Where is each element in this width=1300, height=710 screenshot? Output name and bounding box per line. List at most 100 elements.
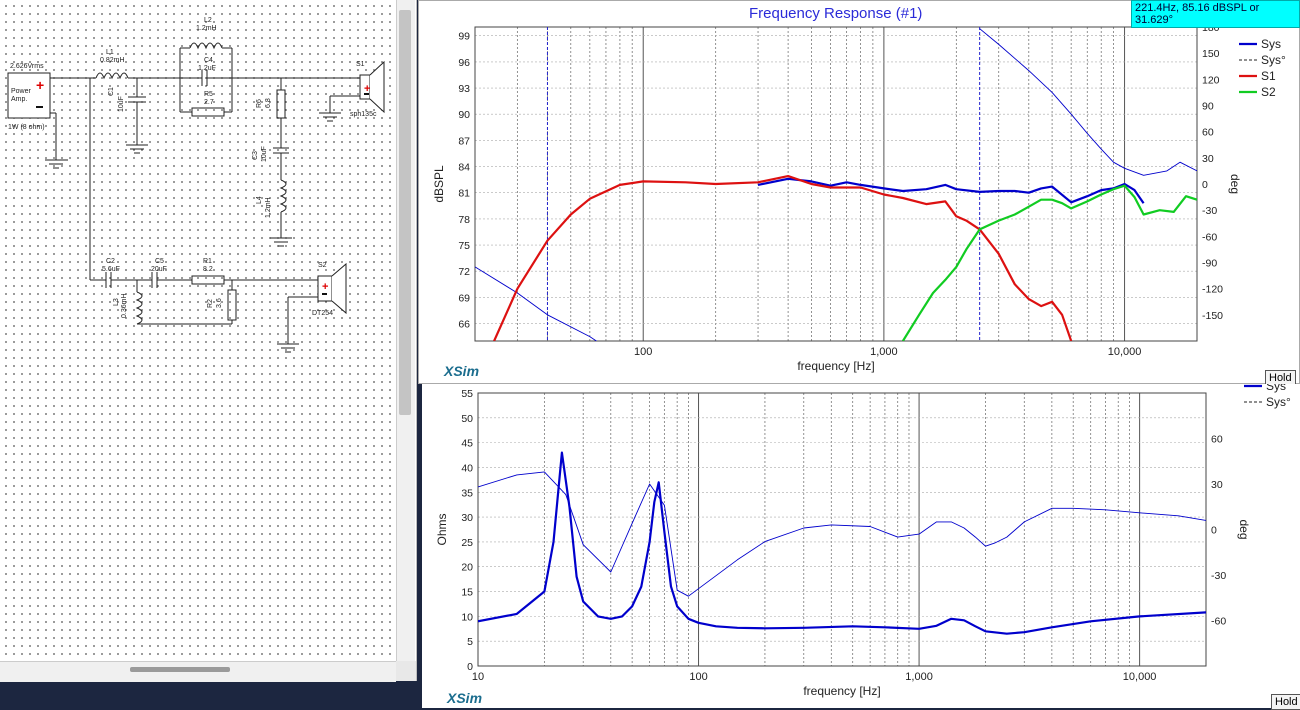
c3-value: 10uF bbox=[261, 146, 268, 162]
y2-tick-label: -60 bbox=[1211, 616, 1226, 628]
y-tick-label: 69 bbox=[458, 292, 470, 304]
c5-value: 20uF bbox=[151, 266, 167, 273]
y2-tick-label: 30 bbox=[1202, 153, 1214, 165]
legend-label: Sys° bbox=[1266, 395, 1291, 409]
series-line-sys bbox=[757, 177, 1145, 204]
y-tick-label: 99 bbox=[458, 31, 470, 43]
r6-id: R6 bbox=[256, 99, 263, 108]
y2-tick-label: 90 bbox=[1202, 101, 1214, 113]
y-tick-label: 93 bbox=[458, 83, 470, 95]
y2-tick-label: 30 bbox=[1211, 479, 1223, 491]
y2-tick-label: 150 bbox=[1202, 48, 1220, 60]
y2-tick-label: -60 bbox=[1202, 231, 1217, 243]
impedance-window[interactable]: 0 5 10 15 20 25 30 35 40 45 50 55 60 30 0 -30 -60 10 100 1,… bbox=[422, 384, 1300, 710]
series-line-sys bbox=[478, 451, 1206, 635]
y-tick-label: 87 bbox=[458, 135, 470, 147]
impedance-chart[interactable]: 051015202530354045505560300-30-6010 100 1,… bbox=[422, 384, 1300, 708]
fr-xsim-brand: XSim bbox=[444, 363, 480, 379]
y2-tick-label: 0 bbox=[1202, 179, 1208, 191]
series-line-sys-phase-wrapped- bbox=[979, 28, 1197, 176]
legend-label: Sys bbox=[1261, 37, 1281, 51]
c1-value: 10uF bbox=[118, 96, 125, 112]
c3-id: C3 bbox=[252, 151, 259, 160]
y-axis-label: dBSPL bbox=[432, 165, 446, 203]
c2-id: C2 bbox=[106, 258, 115, 265]
x-tick-label: 1,000 bbox=[870, 346, 898, 358]
imp-xsim-brand: XSim bbox=[447, 690, 483, 706]
x-axis-label: frequency [Hz] bbox=[803, 684, 880, 698]
y-tick-label: 50 bbox=[461, 413, 473, 425]
r1-id: R1 bbox=[203, 258, 212, 265]
y2-tick-label: 120 bbox=[1202, 74, 1220, 86]
l2-id: L2 bbox=[204, 17, 212, 24]
x-tick-label: 10,000 bbox=[1123, 671, 1157, 683]
frequency-response-chart[interactable]: 6669727578818487909396991801501209060300… bbox=[419, 1, 1299, 383]
y-tick-label: 90 bbox=[458, 109, 470, 121]
schematic-vertical-scroll-thumb[interactable] bbox=[399, 10, 411, 415]
c4-value: 1.2uF bbox=[198, 65, 216, 72]
y2-tick-label: -30 bbox=[1211, 570, 1226, 582]
x-tick-label: 10,000 bbox=[1108, 346, 1142, 358]
source-voltage-label: 2.626Vrms bbox=[10, 63, 44, 70]
svg-text:+: + bbox=[322, 281, 328, 293]
s2-model: DT254 bbox=[312, 310, 334, 317]
x-axis-label: frequency [Hz] bbox=[797, 359, 874, 373]
y-tick-label: 40 bbox=[461, 462, 473, 474]
schematic-editor[interactable]: + + + 2.626Vrms Power Amp. 1W (8 ohm) L1… bbox=[0, 0, 417, 681]
svg-text:+: + bbox=[36, 77, 44, 93]
series-line-sys-phase bbox=[478, 471, 1206, 597]
y2-axis-label: deg bbox=[1228, 174, 1242, 194]
series-line-s2 bbox=[901, 184, 1197, 341]
series-line-sys-phase bbox=[475, 266, 598, 341]
y2-tick-label: -30 bbox=[1202, 205, 1217, 217]
plot-frame bbox=[477, 392, 1207, 667]
y2-tick-label: 60 bbox=[1211, 434, 1223, 446]
r1-value: 8.2 bbox=[203, 266, 213, 273]
l4-id: L4 bbox=[256, 196, 263, 204]
c4-id: C4 bbox=[204, 57, 213, 64]
y-axis-label: Ohms bbox=[435, 513, 449, 545]
y-tick-label: 30 bbox=[461, 512, 473, 524]
y-tick-label: 81 bbox=[458, 188, 470, 200]
y-tick-label: 75 bbox=[458, 240, 470, 252]
x-tick-label: 100 bbox=[689, 671, 707, 683]
cursor-readout: 221.4Hz, 85.16 dBSPL or 31.629° bbox=[1131, 0, 1300, 28]
l4-value: 1.2mH bbox=[265, 197, 272, 218]
l1-value: 0.82mH bbox=[100, 57, 125, 64]
r5-id: R5 bbox=[204, 91, 213, 98]
frequency-response-window[interactable]: Frequency Response (#1) 66 69 72 75 78 81 84 87… bbox=[418, 0, 1300, 386]
y-tick-label: 66 bbox=[458, 319, 470, 331]
legend-label: S2 bbox=[1261, 85, 1276, 99]
amp-name-label: Power Amp. bbox=[11, 88, 31, 103]
y-tick-label: 15 bbox=[461, 587, 473, 599]
s2-label: S2 bbox=[318, 262, 327, 269]
y-tick-label: 96 bbox=[458, 57, 470, 69]
l3-id: L3 bbox=[113, 298, 120, 306]
amp-power-label: 1W (8 ohm) bbox=[8, 124, 45, 131]
y2-axis-label: deg bbox=[1237, 519, 1251, 539]
legend-label: Sys° bbox=[1261, 53, 1286, 67]
y2-tick-label: 60 bbox=[1202, 127, 1214, 139]
c5-id: C5 bbox=[155, 258, 164, 265]
y2-tick-label: 0 bbox=[1211, 525, 1217, 537]
y2-tick-label: -90 bbox=[1202, 258, 1217, 270]
y-tick-label: 20 bbox=[461, 562, 473, 574]
schematic-horizontal-scroll-thumb[interactable] bbox=[130, 667, 230, 672]
y-tick-label: 55 bbox=[461, 388, 473, 400]
s1-label: S1 bbox=[356, 61, 365, 68]
schematic-wires: + + + bbox=[7, 42, 385, 353]
y-tick-label: 78 bbox=[458, 214, 470, 226]
r6-value: 6.8 bbox=[265, 98, 272, 108]
resize-grip[interactable] bbox=[396, 661, 416, 681]
y2-tick-label: -150 bbox=[1202, 310, 1223, 322]
y-tick-label: 5 bbox=[467, 636, 473, 648]
x-tick-label: 10 bbox=[472, 671, 484, 683]
c2-value: 5.6uF bbox=[102, 266, 120, 273]
r5-value: 2.7 bbox=[204, 99, 214, 106]
l1-id: L1 bbox=[106, 49, 114, 56]
y-tick-label: 72 bbox=[458, 266, 470, 278]
l2-value: 1.2mH bbox=[196, 25, 217, 32]
y-tick-label: 25 bbox=[461, 537, 473, 549]
l3-value: 0.36mH bbox=[121, 293, 128, 318]
x-tick-label: 1,000 bbox=[905, 671, 933, 683]
